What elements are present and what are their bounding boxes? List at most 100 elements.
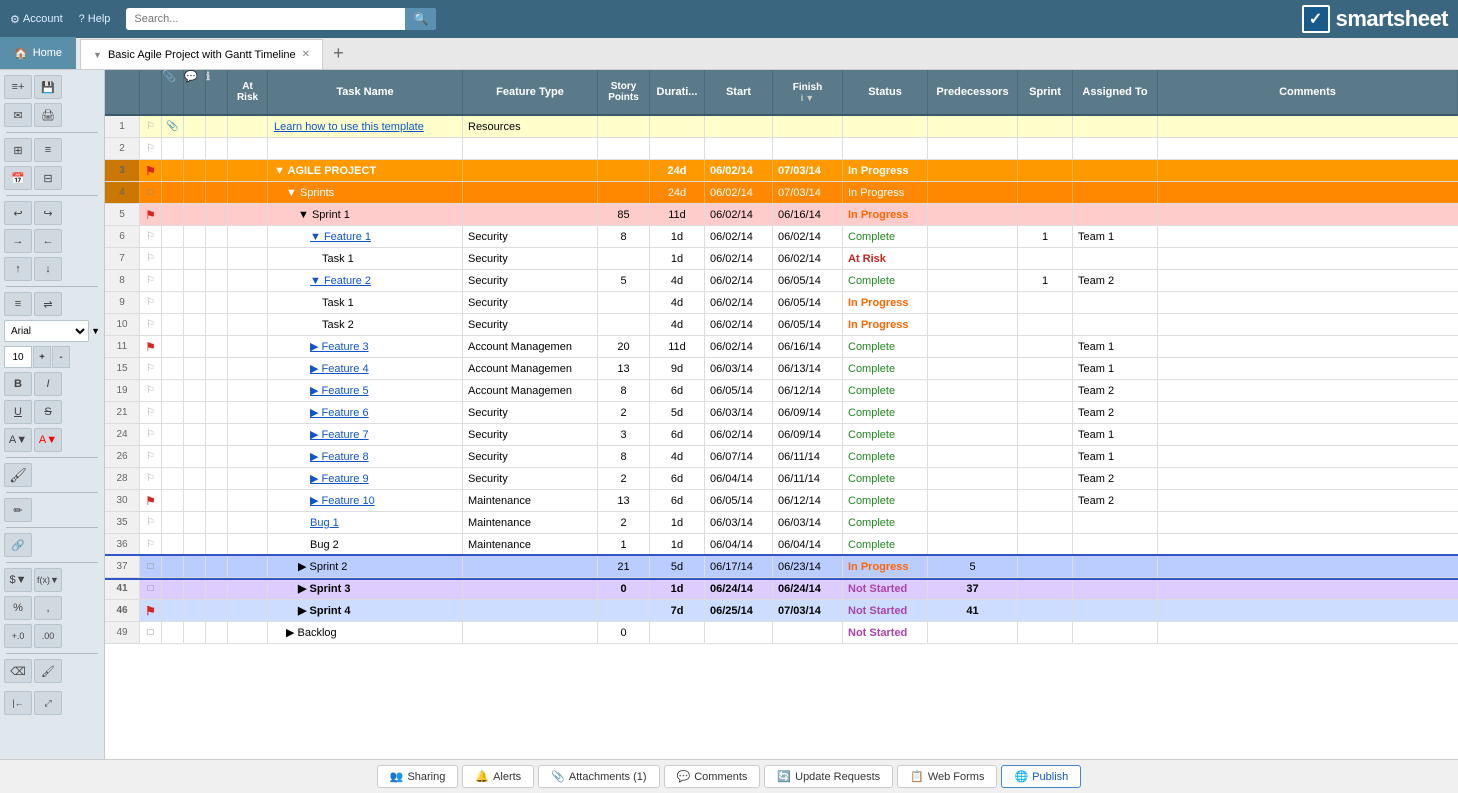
row-message[interactable] (184, 116, 206, 137)
status-cell[interactable]: In Progress (843, 556, 928, 577)
comments-cell[interactable] (1158, 336, 1458, 357)
task-link[interactable]: ▶ Feature 6 (310, 406, 369, 419)
assigned-to-cell[interactable]: Team 2 (1073, 270, 1158, 291)
row-info[interactable] (206, 512, 228, 533)
task-name-cell[interactable]: ▶ Sprint 3 (268, 578, 463, 599)
row-message[interactable] (184, 380, 206, 401)
start-cell[interactable]: 06/02/14 (705, 270, 773, 291)
task-link[interactable]: ▼ Feature 2 (310, 275, 371, 287)
at-risk-cell[interactable] (228, 512, 268, 533)
sharing-button[interactable]: 👥 Sharing (377, 765, 459, 788)
table-row[interactable]: 28 ⚐ ▶ Feature 9 Security 2 6d 06/04/14 … (105, 468, 1458, 490)
task-name-cell[interactable]: ▶ Feature 10 (268, 490, 463, 511)
sprint-cell[interactable] (1018, 292, 1073, 313)
assigned-to-cell[interactable]: Team 2 (1073, 380, 1158, 401)
start-cell[interactable] (705, 138, 773, 159)
row-attachment[interactable] (162, 380, 184, 401)
feature-type-cell[interactable]: Security (463, 270, 598, 291)
duration-cell[interactable] (650, 138, 705, 159)
comments-cell[interactable] (1158, 556, 1458, 577)
story-points-cell[interactable] (598, 600, 650, 621)
grid-view-button[interactable]: ⊞ (4, 138, 32, 162)
task-name-cell[interactable]: ▼ Feature 1 (268, 226, 463, 247)
feature-type-cell[interactable] (463, 160, 598, 181)
row-attachment[interactable] (162, 226, 184, 247)
story-points-cell[interactable]: 8 (598, 226, 650, 247)
predecessors-cell[interactable] (928, 248, 1018, 269)
story-points-cell[interactable]: 85 (598, 204, 650, 225)
task-name-cell[interactable]: ▶ Feature 5 (268, 380, 463, 401)
story-points-cell[interactable]: 8 (598, 446, 650, 467)
finish-cell[interactable]: 06/03/14 (773, 512, 843, 533)
finish-column-header[interactable]: Finish i▼ (773, 70, 843, 114)
row-flag[interactable]: ⚐ (140, 380, 162, 401)
row-message[interactable] (184, 314, 206, 335)
row-flag[interactable]: □ (140, 578, 162, 599)
predecessors-cell[interactable]: 41 (928, 600, 1018, 621)
task-link[interactable]: ▶ Feature 4 (310, 362, 369, 375)
row-attachment[interactable] (162, 424, 184, 445)
at-risk-column-header[interactable]: AtRisk (228, 70, 268, 114)
task-name-cell[interactable]: ▶ Backlog (268, 622, 463, 643)
assigned-to-cell[interactable] (1073, 182, 1158, 203)
italic-button[interactable]: I (34, 372, 62, 396)
row-message[interactable] (184, 270, 206, 291)
task-link[interactable]: ▶ Feature 5 (310, 384, 369, 397)
row-info[interactable] (206, 402, 228, 423)
underline-button[interactable]: U (4, 400, 32, 424)
start-cell[interactable]: 06/04/14 (705, 534, 773, 555)
duration-cell[interactable]: 6d (650, 380, 705, 401)
text-color-button[interactable]: A▼ (34, 428, 62, 452)
status-cell[interactable] (843, 138, 928, 159)
row-info[interactable] (206, 534, 228, 555)
duration-cell[interactable]: 24d (650, 160, 705, 181)
row-attachment[interactable] (162, 446, 184, 467)
assigned-to-cell[interactable] (1073, 116, 1158, 137)
at-risk-cell[interactable] (228, 468, 268, 489)
comments-cell[interactable] (1158, 490, 1458, 511)
row-flag[interactable]: ⚐ (140, 138, 162, 159)
assigned-to-cell[interactable] (1073, 534, 1158, 555)
row-info[interactable] (206, 424, 228, 445)
calendar-button[interactable]: 📅 (4, 166, 32, 190)
assigned-to-cell[interactable] (1073, 160, 1158, 181)
font-selector[interactable]: Arial (4, 320, 89, 342)
table-row[interactable]: 21 ⚐ ▶ Feature 6 Security 2 5d 06/03/14 … (105, 402, 1458, 424)
finish-cell[interactable]: 06/16/14 (773, 336, 843, 357)
comments-cell[interactable] (1158, 468, 1458, 489)
table-row[interactable]: 11 ⚑ ▶ Feature 3 Account Managemen 20 11… (105, 336, 1458, 358)
story-points-cell[interactable] (598, 292, 650, 313)
task-name-cell[interactable]: ▼ Feature 2 (268, 270, 463, 291)
comments-cell[interactable] (1158, 160, 1458, 181)
row-message[interactable] (184, 160, 206, 181)
row-flag[interactable]: ⚑ (140, 160, 162, 181)
sprint-cell[interactable] (1018, 424, 1073, 445)
assigned-to-cell[interactable]: Team 2 (1073, 468, 1158, 489)
table-row[interactable]: 6 ⚐ ▼ Feature 1 Security 8 1d 06/02/14 0… (105, 226, 1458, 248)
comments-cell[interactable] (1158, 204, 1458, 225)
row-attachment[interactable] (162, 600, 184, 621)
row-attachment[interactable] (162, 468, 184, 489)
row-message[interactable] (184, 358, 206, 379)
finish-cell[interactable]: 06/05/14 (773, 314, 843, 335)
help-button[interactable]: ? Help (79, 13, 111, 25)
highlight-button[interactable]: A▼ (4, 428, 32, 452)
story-points-cell[interactable] (598, 160, 650, 181)
task-name-cell[interactable]: Task 1 (268, 292, 463, 313)
sprint-cell[interactable] (1018, 622, 1073, 643)
sheet-tab[interactable]: ▼ Basic Agile Project with Gantt Timelin… (80, 39, 323, 69)
row-attachment[interactable]: 📎 (162, 116, 184, 137)
task-name-cell[interactable]: ▶ Feature 8 (268, 446, 463, 467)
at-risk-cell[interactable] (228, 578, 268, 599)
feature-type-cell[interactable]: Resources (463, 116, 598, 137)
table-row[interactable]: 7 ⚐ Task 1 Security 1d 06/02/14 06/02/14… (105, 248, 1458, 270)
row-message[interactable] (184, 402, 206, 423)
predecessors-cell[interactable] (928, 468, 1018, 489)
at-risk-cell[interactable] (228, 292, 268, 313)
duration-cell[interactable]: 5d (650, 556, 705, 577)
finish-cell[interactable] (773, 138, 843, 159)
task-name-cell[interactable]: ▶ Feature 9 (268, 468, 463, 489)
story-points-cell[interactable]: 13 (598, 358, 650, 379)
finish-cell[interactable]: 07/03/14 (773, 600, 843, 621)
duration-cell[interactable] (650, 622, 705, 643)
